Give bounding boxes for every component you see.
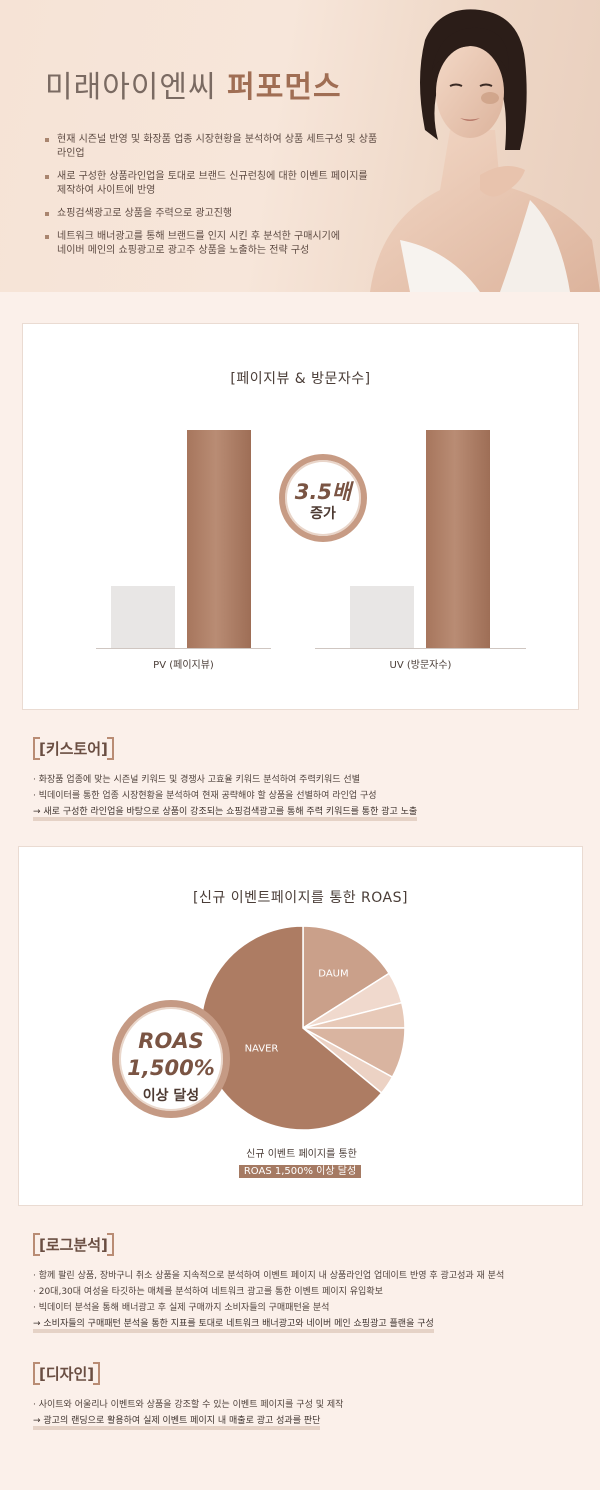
chart-baseline [315,648,526,649]
design-list: · 사이트와 어울리나 이벤트와 상품을 강조할 수 있는 이벤트 페이지를 구… [33,1397,573,1430]
log-analysis-heading: [로그분석] [33,1233,114,1256]
list-item-conclusion: → 광고의 랜딩으로 활용하여 실제 이벤트 페이지 내 매출로 광고 성과를 … [33,1413,573,1430]
list-item: · 화장품 업종에 맞는 시즌널 키워드 및 경쟁사 고효율 키워드 분석하여 … [33,775,360,785]
roas-badge-line3: 이상 달성 [142,1088,200,1104]
roas-caption-line1: 신규 이벤트 페이지를 통한 [246,1149,357,1160]
list-item: · 사이트와 어울리나 이벤트와 상품을 강조할 수 있는 이벤트 페이지를 구… [33,1400,344,1410]
roas-badge-line2: 1,500% [127,1056,215,1080]
hero-title-performance: 퍼포먼스 [227,70,342,105]
kisstore-heading: [키스토어] [33,737,114,760]
roas-caption-line2: ROAS 1,500% 이상 달성 [0,1159,600,1178]
pie-slice-label: DAUM [318,969,348,980]
bar-category-label: UV (방문자수) [389,660,452,671]
roas-pie-chart: DAUM NAVER [200,925,406,1131]
list-item: · 20대,30대 여성을 타깃하는 매체를 분석하여 네트워크 광고를 통한 … [33,1287,383,1297]
bar-before [350,585,414,648]
list-item: · 함께 팔린 상품, 장바구니 취소 상품을 지속적으로 분석하여 이벤트 페… [33,1271,505,1281]
list-item: · 빅데이터 분석을 통해 배너광고 후 실제 구매까지 소비자들의 구매패턴을… [33,1303,330,1313]
hero-title: 미래아이엔씨 퍼포먼스 [45,62,342,106]
log-analysis-section: [로그분석] · 함께 팔린 상품, 장바구니 취소 상품을 지속적으로 분석하… [33,1233,573,1333]
model-photo [370,9,600,292]
increase-badge: 3.5배 증가 [279,454,367,542]
design-heading: [디자인] [33,1362,101,1385]
roas-badge-line1: ROAS [138,1029,204,1053]
kisstore-list: · 화장품 업종에 맞는 시즌널 키워드 및 경쟁사 고효율 키워드 분석하여 … [33,772,573,821]
roas-badge: ROAS 1,500% 이상 달성 [112,1000,230,1118]
design-section: [디자인] · 사이트와 어울리나 이벤트와 상품을 강조할 수 있는 이벤트 … [33,1362,573,1430]
list-item-conclusion: → 소비자들의 구매패턴 분석을 통한 지표를 토대로 네트워크 배너광고와 네… [33,1316,573,1333]
pageview-chart-title: [페이지뷰 & 방문자수] [230,371,371,387]
bar-after [426,430,490,648]
log-analysis-list: · 함께 팔린 상품, 장바구니 취소 상품을 지속적으로 분석하여 이벤트 페… [33,1268,573,1333]
kisstore-section: [키스토어] · 화장품 업종에 맞는 시즌널 키워드 및 경쟁사 고효율 키워… [33,737,573,821]
hero-title-company: 미래아이엔씨 [45,70,217,105]
bar-after [187,430,251,648]
chart-baseline [96,648,271,649]
bar-category-label: PV (페이지뷰) [153,660,214,671]
list-item: · 빅데이터를 통한 업종 시장현황을 분석하여 현재 공략해야 할 상품을 선… [33,791,377,801]
list-item-conclusion: → 새로 구성한 라인업을 바탕으로 상품이 강조되는 쇼핑검색광고를 통해 주… [33,804,573,821]
roas-chart-title: [신규 이벤트페이지를 통한 ROAS] [193,890,408,906]
bar-before [111,585,175,648]
increase-badge-value: 3.5배 [294,480,352,504]
hero-banner: 미래아이엔씨 퍼포먼스 현재 시즌널 반영 및 화장품 업종 시장현황을 분석하… [0,0,600,292]
increase-badge-label: 증가 [310,506,336,522]
pie-slice-label: NAVER [245,1044,279,1055]
